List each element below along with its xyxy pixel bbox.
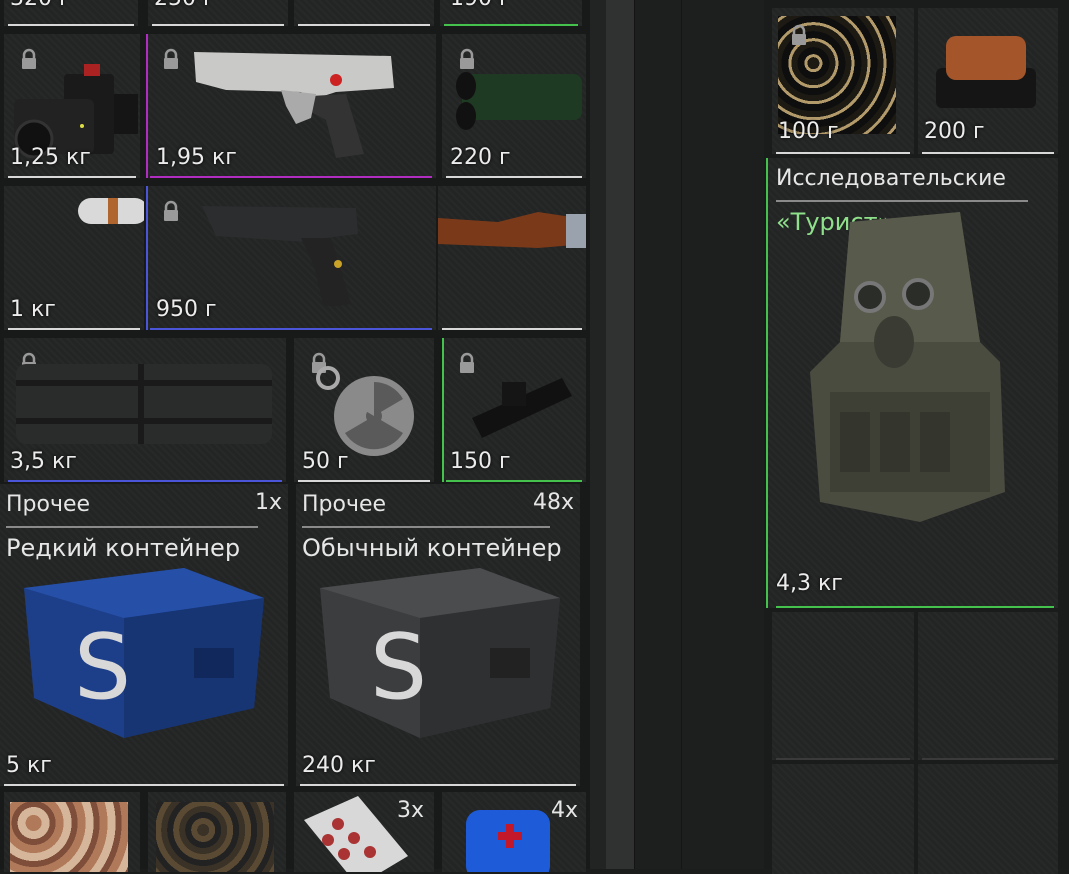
- rarity-bar: [300, 784, 576, 786]
- rarity-bar: [776, 758, 910, 760]
- item-common-container[interactable]: Прочее 48x Обычный контейнер S 240 кг: [296, 484, 580, 786]
- item-wooden-stock[interactable]: [438, 186, 586, 330]
- item-quantity: 4x: [550, 798, 578, 823]
- rarity-bar: [922, 758, 1054, 760]
- item-weight: 320 г: [10, 0, 71, 11]
- item-quantity: 48x: [532, 490, 574, 515]
- medkit-icon: [466, 810, 550, 872]
- long-suppressor-icon: [16, 364, 272, 444]
- rarity-bar: [8, 480, 282, 482]
- item-category: Прочее: [302, 492, 387, 517]
- rarity-bar: [150, 328, 432, 330]
- equip-armor-turist[interactable]: Исследовательские «Турист» 4,3 кг: [766, 158, 1058, 608]
- scrollbar-track[interactable]: [606, 0, 634, 869]
- item-green-suppressor[interactable]: 220 г: [442, 34, 586, 178]
- suppressor-icon: [456, 72, 582, 130]
- desert-eagle-icon: [194, 52, 394, 158]
- rail-mount-icon: [472, 378, 572, 438]
- equip-slot-empty-4[interactable]: [918, 764, 1058, 874]
- equipment-panel: 100 г 200 г Исследовательские «Турист» 4…: [764, 0, 1069, 874]
- item-title: Обычный контейнер: [302, 534, 562, 562]
- dark-camo-swatch: [156, 802, 274, 872]
- item-weight: 4,3 кг: [776, 571, 843, 596]
- item-weight: 150 г: [450, 449, 511, 474]
- rarity-bar: [298, 24, 430, 26]
- item-weight: 5 кг: [6, 753, 52, 778]
- item-weight: 1,95 кг: [156, 145, 237, 170]
- rarity-bar: [444, 24, 578, 26]
- rarity-bar: [150, 176, 432, 178]
- inventory-slot-top-3[interactable]: [294, 0, 434, 26]
- item-category: Прочее: [6, 492, 91, 517]
- rarity-bar: [8, 24, 134, 26]
- inventory-slot-top-4[interactable]: 190 г: [440, 0, 582, 26]
- item-medkit[interactable]: 4x: [442, 792, 586, 872]
- common-container-icon: S: [320, 568, 560, 738]
- equip-slot-camo[interactable]: 100 г: [772, 8, 914, 154]
- lock-icon: [164, 48, 178, 69]
- item-weight: 1 кг: [10, 297, 56, 322]
- rarity-bar: [446, 480, 582, 482]
- svg-text:S: S: [370, 615, 427, 720]
- inventory-slot-top-2[interactable]: 250 г: [148, 0, 288, 26]
- item-rail-mount[interactable]: 150 г: [442, 338, 586, 482]
- bandage-icon: [78, 198, 144, 224]
- item-weight: 200 г: [924, 119, 985, 144]
- rarity-bar: [8, 176, 136, 178]
- rarity-bar: [922, 152, 1054, 154]
- item-weight: 3,5 кг: [10, 449, 77, 474]
- beretta-icon: [202, 206, 358, 306]
- equip-slot-empty-2[interactable]: [918, 612, 1058, 760]
- wooden-stock-icon: [438, 212, 586, 248]
- rare-container-icon: S: [24, 568, 264, 738]
- item-weight: 190 г: [450, 0, 511, 11]
- panel-divider: [590, 0, 606, 869]
- rarity-bar: [4, 784, 284, 786]
- rarity-bar: [8, 328, 140, 330]
- item-desert-eagle[interactable]: 1,95 кг: [146, 34, 436, 178]
- item-weight: 220 г: [450, 145, 511, 170]
- equip-slot-canister[interactable]: 200 г: [918, 8, 1058, 154]
- item-weight: 950 г: [156, 297, 217, 322]
- item-rare-container[interactable]: Прочее 1x Редкий контейнер S 5 кг: [0, 484, 288, 786]
- canister-icon: [936, 36, 1036, 108]
- pills-icon: [304, 796, 408, 872]
- item-pills[interactable]: 3x: [294, 792, 434, 872]
- inventory-panel: 320 г 250 г 190 г 1,25 кг: [0, 0, 590, 872]
- item-weight: 250 г: [154, 0, 215, 11]
- item-title: Редкий контейнер: [6, 534, 241, 562]
- rarity-bar: [442, 328, 582, 330]
- rarity-bar: [298, 480, 430, 482]
- lock-icon: [164, 200, 178, 221]
- svg-text:S: S: [74, 615, 131, 720]
- item-bandage[interactable]: 1 кг: [4, 186, 144, 330]
- item-radiation-keychain[interactable]: 50 г: [294, 338, 434, 482]
- equip-slot-empty-1[interactable]: [772, 612, 914, 760]
- item-beretta[interactable]: 950 г: [146, 186, 436, 330]
- gutter-area: [634, 0, 765, 869]
- armor-suit-icon: [810, 212, 1005, 522]
- armor-category: Исследовательские: [776, 166, 1006, 191]
- item-weight: 1,25 кг: [10, 145, 91, 170]
- item-quantity: 1x: [254, 490, 282, 515]
- item-dark-camo[interactable]: [148, 792, 286, 872]
- rarity-bar: [446, 176, 582, 178]
- item-desert-camo[interactable]: [4, 792, 140, 872]
- rarity-bar: [152, 24, 284, 26]
- inventory-slot-top-1[interactable]: 320 г: [4, 0, 138, 26]
- rarity-bar: [776, 606, 1054, 608]
- rarity-bar: [776, 152, 910, 154]
- equip-slot-empty-3[interactable]: [772, 764, 914, 874]
- item-thermal-scope[interactable]: 1,25 кг: [4, 34, 140, 178]
- item-weight: 100 г: [778, 119, 839, 144]
- item-weight: 240 кг: [302, 753, 376, 778]
- item-long-suppressor[interactable]: 3,5 кг: [4, 338, 286, 482]
- desert-camo-swatch: [10, 802, 128, 872]
- lock-icon: [792, 24, 806, 45]
- item-weight: 50 г: [302, 449, 349, 474]
